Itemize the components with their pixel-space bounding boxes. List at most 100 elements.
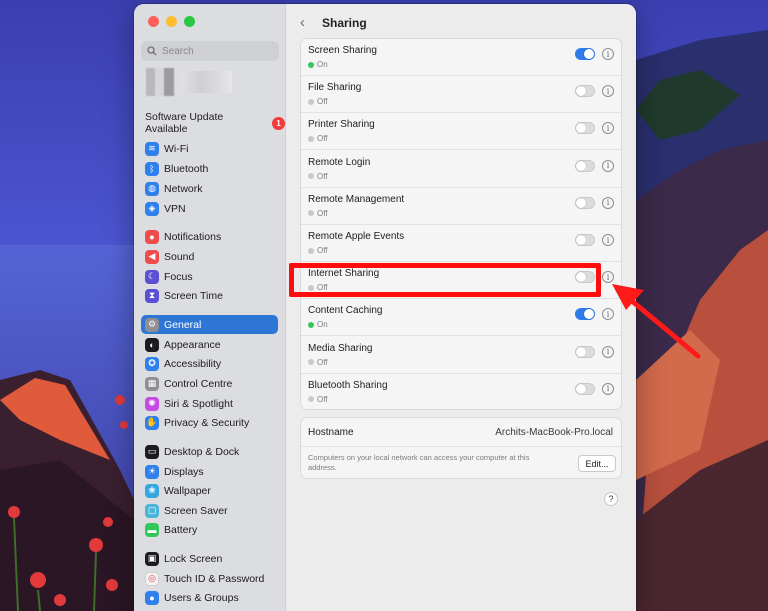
- service-name: Media Sharing: [308, 342, 373, 354]
- service-row-printer-sharing: Printer Sharing Off i: [301, 113, 623, 151]
- sidebar-item-focus[interactable]: ☾ Focus: [141, 267, 278, 286]
- service-row-remote-management: Remote Management Off i: [301, 188, 623, 225]
- software-update-row[interactable]: Software Update Available 1: [145, 111, 285, 135]
- sidebar-item-label: Displays: [164, 465, 204, 478]
- sidebar-item-desktop-dock[interactable]: ▭ Desktop & Dock: [141, 442, 278, 461]
- sidebar-item-wi-fi[interactable]: ≋ Wi-Fi: [141, 139, 278, 158]
- info-icon[interactable]: i: [602, 234, 614, 246]
- sidebar-item-network[interactable]: ◍ Network: [141, 179, 278, 198]
- sidebar-item-screen-time[interactable]: ⧗ Screen Time: [141, 286, 278, 305]
- sidebar-item-label: Focus: [164, 270, 193, 283]
- dock-icon: ▭: [145, 444, 159, 459]
- minimize-window-button[interactable]: [166, 16, 177, 27]
- software-update-label: Software Update Available: [145, 111, 224, 135]
- service-row-remote-apple-events: Remote Apple Events Off i: [301, 225, 623, 262]
- back-button[interactable]: ‹: [300, 14, 310, 31]
- toggle-knob: [576, 346, 586, 357]
- bell-icon: ●: [145, 229, 159, 244]
- remote-login-toggle[interactable]: [575, 159, 595, 172]
- search-box[interactable]: [141, 41, 279, 61]
- sidebar-item-label: Lock Screen: [164, 552, 223, 565]
- window-controls: [148, 16, 195, 27]
- search-input[interactable]: [162, 45, 272, 57]
- zoom-window-button[interactable]: [184, 16, 195, 27]
- toggle-knob: [576, 197, 586, 208]
- hostname-note: Computers on your local network can acce…: [308, 453, 530, 472]
- sidebar-item-label: Network: [164, 182, 203, 195]
- info-icon[interactable]: i: [602, 159, 614, 172]
- globe-icon: ◍: [145, 181, 159, 196]
- sidebar-item-vpn[interactable]: ◈ VPN: [141, 199, 278, 218]
- content-caching-toggle[interactable]: [575, 308, 595, 321]
- sidebar: Software Update Available 1 ≋ Wi-Fi ᛒ Bluet…: [134, 4, 286, 611]
- status-dot-icon: [308, 210, 314, 217]
- sidebar-item-control-centre[interactable]: ▦ Control Centre: [141, 374, 278, 393]
- sidebar-item-label: Battery: [164, 523, 198, 536]
- info-icon[interactable]: i: [602, 122, 614, 135]
- user-profile[interactable]: [146, 68, 232, 96]
- appearance-icon: ◐: [145, 337, 159, 352]
- status-dot-icon: [308, 173, 314, 180]
- screen-sharing-toggle[interactable]: [575, 48, 595, 60]
- service-status: Off: [308, 358, 328, 367]
- media-sharing-toggle[interactable]: [575, 345, 595, 358]
- service-status: On: [308, 320, 328, 329]
- internet-sharing-highlight-box: [289, 263, 601, 297]
- service-status-text: Off: [317, 171, 328, 181]
- sidebar-item-displays[interactable]: ☀ Displays: [141, 462, 278, 481]
- sidebar-item-screen-saver[interactable]: ▢ Screen Saver: [141, 501, 278, 520]
- service-name: Remote Apple Events: [308, 231, 405, 242]
- search-icon: [147, 46, 157, 56]
- sidebar-item-label: Wi-Fi: [164, 142, 189, 155]
- sharing-services-list: Screen Sharing On i File Sharing Off i Printer…: [300, 38, 623, 411]
- sidebar-item-label: Accessibility: [164, 357, 222, 370]
- bluetooth-icon: ᛒ: [145, 161, 159, 176]
- sidebar-item-sound[interactable]: ◀ Sound: [141, 247, 278, 266]
- sidebar-item-users-groups[interactable]: ● Users & Groups: [141, 588, 278, 607]
- status-dot-icon: [308, 396, 314, 403]
- sidebar-item-accessibility[interactable]: ✪ Accessibility: [141, 354, 278, 373]
- sun-icon: ☀: [145, 464, 159, 479]
- service-status: Off: [308, 97, 328, 106]
- hourglass-icon: ⧗: [145, 288, 159, 303]
- help-button[interactable]: ?: [604, 492, 618, 506]
- edit-hostname-button[interactable]: Edit...: [578, 455, 616, 472]
- service-status-text: On: [317, 320, 328, 330]
- toggle-knob: [576, 86, 586, 97]
- service-row-content-caching: Content Caching On i: [301, 299, 623, 337]
- service-status-text: Off: [317, 357, 328, 367]
- sidebar-item-siri-spotlight[interactable]: ✺ Siri & Spotlight: [141, 394, 278, 413]
- sidebar-item-label: Siri & Spotlight: [164, 397, 233, 410]
- service-row-bluetooth-sharing: Bluetooth Sharing Off i: [301, 374, 623, 411]
- info-icon[interactable]: i: [602, 48, 614, 60]
- info-icon[interactable]: i: [602, 196, 614, 209]
- bluetooth-sharing-toggle[interactable]: [575, 382, 595, 395]
- sidebar-item-general[interactable]: ⚙ General: [141, 315, 278, 334]
- status-dot-icon: [308, 247, 314, 254]
- service-name: File Sharing: [308, 82, 362, 94]
- remote-management-toggle[interactable]: [575, 196, 595, 209]
- sidebar-item-lock-screen[interactable]: ▣ Lock Screen: [141, 549, 278, 568]
- sidebar-item-privacy-security[interactable]: ✋ Privacy & Security: [141, 413, 278, 432]
- close-window-button[interactable]: [148, 16, 159, 27]
- sidebar-item-bluetooth[interactable]: ᛒ Bluetooth: [141, 159, 278, 178]
- sidebar-item-label: Desktop & Dock: [164, 445, 240, 458]
- file-sharing-toggle[interactable]: [575, 85, 595, 98]
- sidebar-item-appearance[interactable]: ◐ Appearance: [141, 335, 278, 354]
- status-dot-icon: [308, 359, 314, 366]
- printer-sharing-toggle[interactable]: [575, 122, 595, 135]
- sidebar-item-battery[interactable]: ▬ Battery: [141, 520, 278, 539]
- divider: [301, 446, 623, 447]
- info-icon[interactable]: i: [602, 382, 614, 395]
- settings-window: Software Update Available 1 ≋ Wi-Fi ᛒ Bluet…: [134, 4, 636, 611]
- sidebar-item-touch-id-password[interactable]: ◎ Touch ID & Password: [141, 569, 278, 588]
- sidebar-item-wallpaper[interactable]: ❀ Wallpaper: [141, 481, 278, 500]
- info-icon[interactable]: i: [602, 85, 614, 98]
- remote-apple-events-toggle[interactable]: [575, 234, 595, 246]
- sidebar-item-label: Appearance: [164, 338, 221, 351]
- sidebar-item-label: Users & Groups: [164, 591, 239, 604]
- sidebar-item-notifications[interactable]: ● Notifications: [141, 227, 278, 246]
- hostname-label: Hostname: [308, 427, 354, 438]
- service-row-file-sharing: File Sharing Off i: [301, 76, 623, 114]
- service-row-media-sharing: Media Sharing Off i: [301, 337, 623, 374]
